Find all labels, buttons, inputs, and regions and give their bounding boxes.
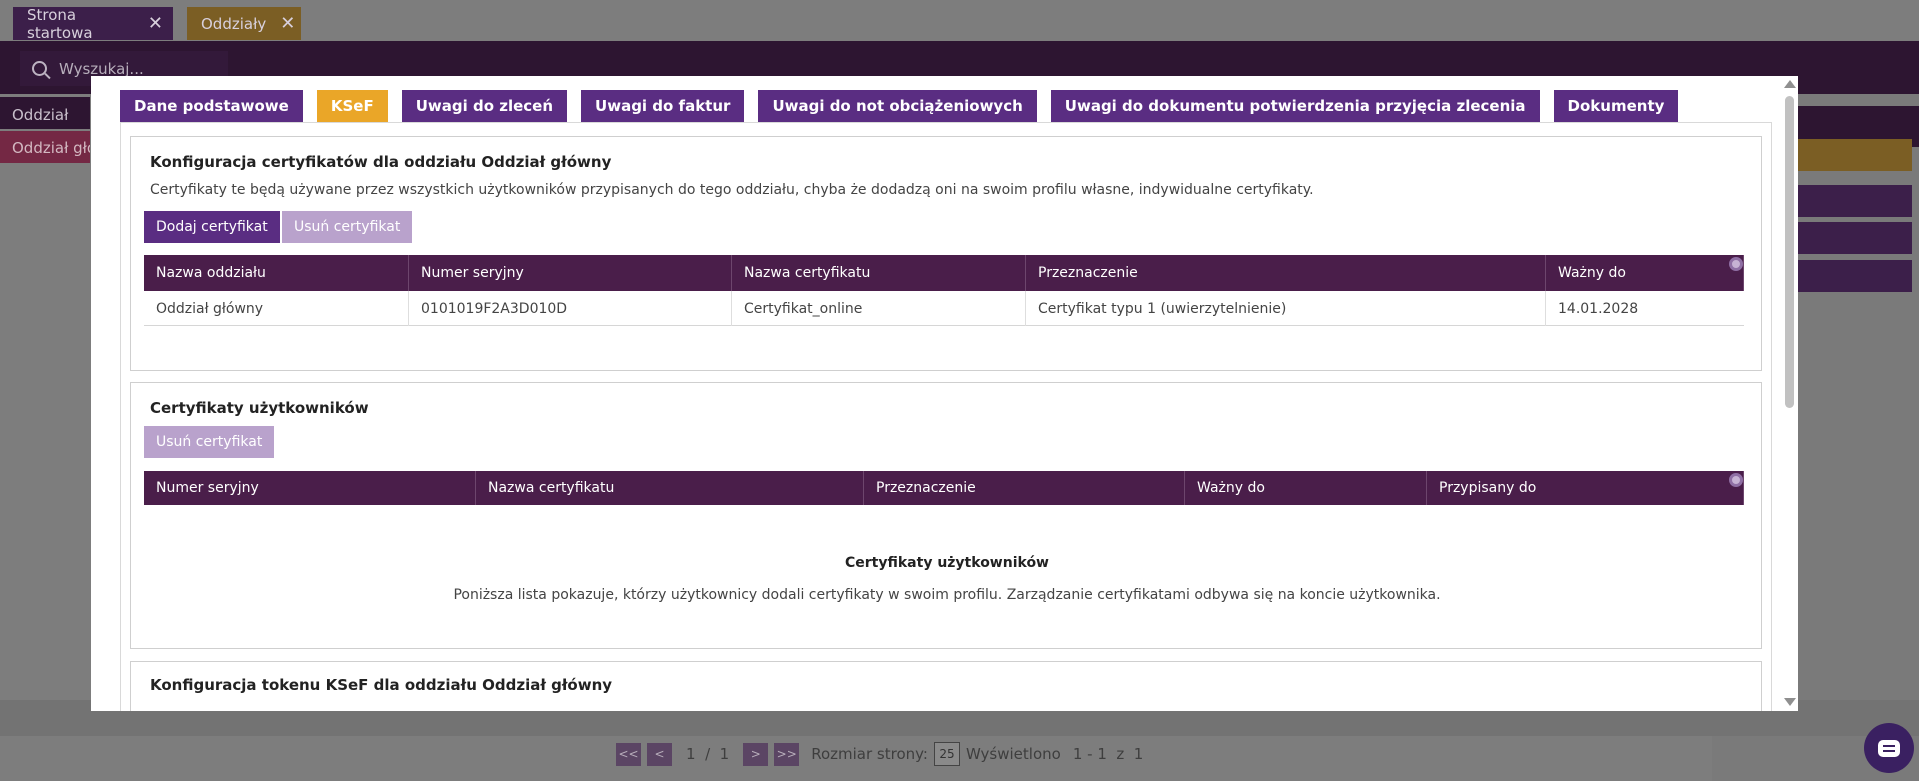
col-serial-number[interactable]: Numer seryjny [144,471,476,505]
bg-pager: << < 1 / 1 > >> Rozmiar strony: 25 Wyświ… [616,740,1143,768]
pager-shown-label: Wyświetlono [965,745,1061,763]
bg-search-placeholder: Wyszukaj... [59,59,144,78]
branch-certs-title: Konfiguracja certyfikatów dla oddziału O… [150,153,612,171]
bg-tab-branches-label: Oddziały [201,14,267,33]
bg-tab-branches[interactable]: Oddziały ✕ [187,7,301,40]
modal-content: Dane podstawowe KSeF Uwagi do zleceń Uwa… [91,76,1781,711]
close-icon[interactable]: ✕ [280,13,295,34]
ksef-tab-body: Konfiguracja certyfikatów dla oddziału O… [120,122,1772,711]
branch-certs-description: Certyfikaty te będą używane przez wszyst… [150,182,1314,198]
tab-debit-note-notes[interactable]: Uwagi do not obciążeniowych [758,90,1037,122]
col-purpose[interactable]: Przeznaczenie [1026,255,1546,291]
bg-right-button[interactable] [1796,139,1912,171]
arrow-up-icon[interactable] [1784,80,1796,88]
pager-last-button[interactable]: >> [774,742,800,766]
bg-tab-home-label: Strona startowa [27,5,93,42]
chat-icon [1878,739,1900,757]
chat-button[interactable] [1864,723,1914,773]
col-branch-name[interactable]: Nazwa oddziału [144,255,409,291]
remove-branch-certificate-button[interactable]: Usuń certyfikat [282,211,413,243]
col-certificate-name[interactable]: Nazwa certyfikatu [476,471,864,505]
bg-right-button[interactable] [1796,222,1912,254]
bg-list-selected-row[interactable]: Oddział główny [0,131,90,163]
branch-edit-modal: Dane podstawowe KSeF Uwagi do zleceń Uwa… [91,76,1798,711]
branch-certs-section: Konfiguracja certyfikatów dla oddziału O… [130,136,1762,371]
bg-right-button[interactable] [1796,260,1912,292]
cell-branch-name: Oddział główny [144,291,409,326]
col-certificate-name[interactable]: Nazwa certyfikatu [732,255,1026,291]
bg-right-button[interactable] [1796,185,1912,217]
pager-size-label: Rozmiar strony: [811,745,928,763]
pager-next-button[interactable]: > [743,742,769,766]
col-valid-until[interactable]: Ważny do [1185,471,1427,505]
col-purpose[interactable]: Przeznaczenie [864,471,1185,505]
cell-serial-number: 0101019F2A3D010D [409,291,732,326]
table-row[interactable]: Oddział główny 0101019F2A3D010D Certyfik… [144,291,1744,326]
user-certs-section: Certyfikaty użytkowników Usuń certyfikat… [130,382,1762,649]
scrollbar-thumb[interactable] [1785,96,1794,408]
remove-user-certificate-button[interactable]: Usuń certyfikat [144,426,275,458]
close-icon[interactable]: ✕ [148,13,163,34]
tab-ksef[interactable]: KSeF [316,90,388,122]
pager-shown-value: 1 - 1 z 1 [1072,745,1144,763]
token-config-section: Konfiguracja tokenu KSeF dla oddziału Od… [130,661,1762,711]
empty-state-title: Certyfikaty użytkowników [845,555,1049,571]
modal-tab-bar: Dane podstawowe KSeF Uwagi do zleceń Uwa… [120,90,1692,122]
branch-certs-grid: Nazwa oddziału Numer seryjny Nazwa certy… [144,255,1744,327]
bg-tab-home[interactable]: Strona startowa ✕ [13,5,173,42]
branch-certs-grid-header: Nazwa oddziału Numer seryjny Nazwa certy… [144,255,1744,291]
pager-first-button[interactable]: << [616,742,641,766]
user-certs-grid: Numer seryjny Nazwa certyfikatu Przeznac… [144,471,1744,507]
tab-documents[interactable]: Dokumenty [1553,90,1679,122]
tab-basic-data[interactable]: Dane podstawowe [120,90,303,122]
arrow-down-icon[interactable] [1784,698,1796,706]
pager-page-info: 1 / 1 [686,745,730,763]
search-icon [32,61,47,76]
token-config-title: Konfiguracja tokenu KSeF dla oddziału Od… [150,676,613,694]
cell-valid-until: 14.01.2028 [1558,300,1639,317]
empty-state-description: Poniższa lista pokazuje, którzy użytkown… [453,587,1441,603]
user-certs-grid-header: Numer seryjny Nazwa certyfikatu Przeznac… [144,471,1744,505]
cell-purpose: Certyfikat typu 1 (uwierzytelnienie) [1026,291,1546,326]
pager-size-input[interactable]: 25 [933,742,960,766]
bg-list-header: Oddział [0,97,90,129]
col-valid-until[interactable]: Ważny do [1546,255,1744,291]
tab-order-notes[interactable]: Uwagi do zleceń [401,90,568,122]
cell-certificate-name: Certyfikat_online [732,291,1026,326]
tab-invoice-notes[interactable]: Uwagi do faktur [581,90,745,122]
pager-prev-button[interactable]: < [647,742,672,766]
add-certificate-button[interactable]: Dodaj certyfikat [144,211,280,243]
user-certs-title: Certyfikaty użytkowników [150,399,369,417]
gear-icon[interactable] [1729,473,1743,487]
col-assigned-to[interactable]: Przypisany do [1427,471,1744,505]
tab-order-confirmation-notes[interactable]: Uwagi do dokumentu potwierdzenia przyjęc… [1050,90,1540,122]
col-serial-number[interactable]: Numer seryjny [409,255,732,291]
modal-scrollbar[interactable] [1781,76,1798,711]
gear-icon[interactable] [1729,257,1743,271]
